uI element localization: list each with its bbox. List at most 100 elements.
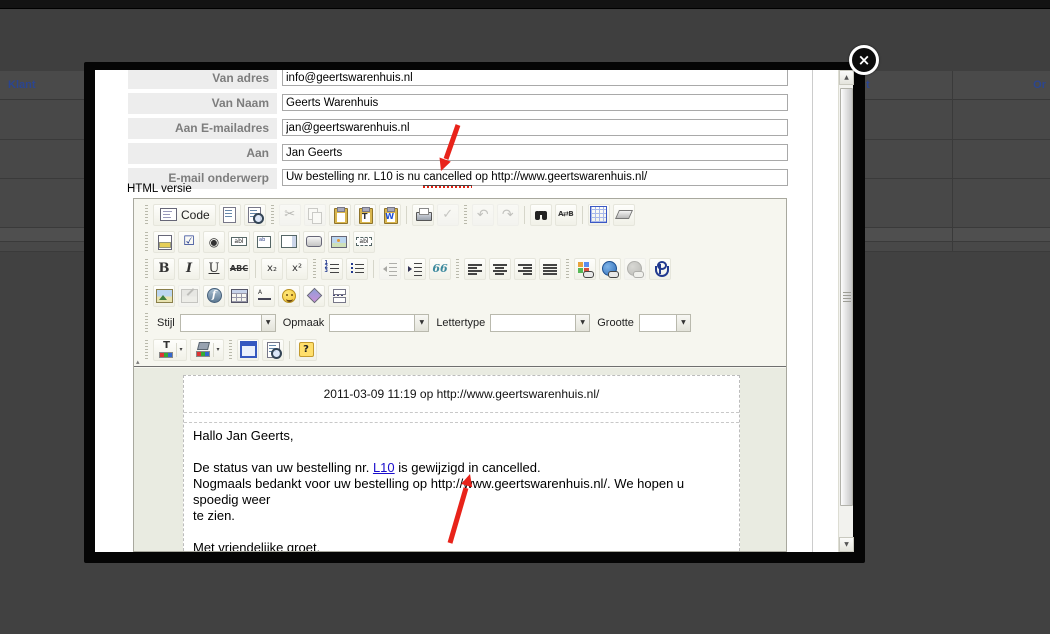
- subject-text: op http://www.geertswarenhuis.nl/: [472, 171, 648, 183]
- toolbar-indent-button[interactable]: [404, 257, 426, 280]
- format-dropdown[interactable]: ▼: [329, 313, 430, 332]
- toolbar-flash-button[interactable]: f: [203, 284, 225, 307]
- scrollbar-thumb[interactable]: [840, 88, 853, 506]
- toolbar-anchor-button[interactable]: [649, 257, 671, 280]
- flash-icon: f: [206, 288, 222, 303]
- unlink-icon: [626, 260, 644, 278]
- chevron-down-icon[interactable]: ▼: [260, 314, 275, 331]
- blockquote-icon: 66: [432, 262, 448, 275]
- toolbar-italic-button[interactable]: I: [178, 257, 200, 280]
- form-input-aan-e-mailadres[interactable]: [282, 119, 788, 136]
- toolbar-image-button-button[interactable]: [328, 230, 350, 253]
- toolbar-superscript-button[interactable]: x²: [286, 257, 308, 280]
- toolbar-horizontal-rule-button[interactable]: A: [253, 284, 275, 307]
- toolbar-unordered-list-button[interactable]: [346, 257, 368, 280]
- toolbar-maximize-button[interactable]: [237, 338, 259, 361]
- toolbar-radio-button-button[interactable]: ◉: [203, 230, 225, 253]
- toolbar-bold-button[interactable]: B: [153, 257, 175, 280]
- email-body-line: [193, 444, 730, 460]
- special-character-icon: [305, 287, 323, 305]
- toolbar-find-button[interactable]: [529, 203, 552, 226]
- toolbar-paste-text-button[interactable]: T: [353, 203, 376, 226]
- toolbar-underline-button[interactable]: U: [203, 257, 225, 280]
- size-dropdown[interactable]: ▼: [638, 313, 691, 332]
- modal-scrollbar[interactable]: ▲ ▼: [838, 70, 854, 552]
- toolbar-ordered-list-button[interactable]: [321, 257, 343, 280]
- background-column-or[interactable]: Or: [1033, 71, 1046, 100]
- insert-link-icon: [601, 260, 619, 278]
- toolbar-strikethrough-button[interactable]: ABC: [228, 257, 250, 280]
- background-column-klant[interactable]: Klant: [8, 71, 36, 100]
- background-column-truncated[interactable]: t: [866, 71, 870, 100]
- toolbar-align-right-button[interactable]: [514, 257, 536, 280]
- form-row: Aan: [95, 142, 838, 165]
- combo-label-format: Opmaak: [282, 316, 325, 329]
- form-input-aan[interactable]: [282, 144, 788, 161]
- toolbar-image-button[interactable]: [153, 284, 175, 307]
- toolbar-text-field-button[interactable]: abl: [228, 230, 250, 253]
- toolbar-grip: [145, 285, 148, 306]
- email-text: De status van uw bestelling nr.: [193, 460, 373, 475]
- new-page-icon: [221, 206, 239, 224]
- combo-label-style: Stijl: [157, 316, 175, 329]
- toolbar-background-color-button[interactable]: ▾: [190, 338, 224, 361]
- toolbar-insert-link-button[interactable]: [599, 257, 621, 280]
- toolbar-page-break-button[interactable]: [328, 284, 350, 307]
- toolbar-paste-button[interactable]: [328, 203, 351, 226]
- toolbar-hidden-field-button[interactable]: abl: [353, 230, 375, 253]
- form-input-e-mail-onderwerp[interactable]: Uw bestelling nr. L10 is nu cancelled op…: [282, 169, 788, 188]
- toolbar-text-color-button[interactable]: T ▾: [153, 338, 187, 361]
- toolbar-textarea-button[interactable]: ab: [253, 230, 275, 253]
- scrollbar-up-icon[interactable]: ▲: [839, 70, 854, 85]
- subject-misspelled-word: cancelled: [423, 170, 473, 188]
- toolbar-source-code-button[interactable]: Code: [153, 203, 216, 226]
- chevron-down-icon[interactable]: ▼: [414, 314, 429, 331]
- toolbar-new-page-button[interactable]: [218, 203, 241, 226]
- toolbar-preview-document-button[interactable]: [262, 338, 284, 361]
- chevron-down-icon[interactable]: ▼: [675, 314, 690, 331]
- scrollbar-down-icon[interactable]: ▼: [839, 537, 854, 552]
- toolbar-form-button[interactable]: [153, 230, 175, 253]
- image-button-icon: [330, 233, 348, 251]
- chevron-down-icon[interactable]: ▾: [176, 342, 183, 357]
- order-number-link[interactable]: L10: [373, 460, 395, 475]
- toolbar-blockquote-button[interactable]: 66: [429, 257, 451, 280]
- paste-icon: [331, 206, 349, 224]
- toolbar-button-button[interactable]: [303, 230, 325, 253]
- toolbar-paste-word-button[interactable]: W: [378, 203, 401, 226]
- toolbar-subscript-button[interactable]: x₂: [261, 257, 283, 280]
- toolbar-select-field-button[interactable]: [278, 230, 300, 253]
- edit-image-icon: [180, 287, 198, 305]
- toolbar-replace-button[interactable]: A⇄B: [554, 203, 577, 226]
- chevron-down-icon[interactable]: ▾: [213, 342, 220, 357]
- toolbar-align-justify-button[interactable]: [539, 257, 561, 280]
- superscript-icon: x²: [292, 262, 302, 274]
- form-input-van-adres[interactable]: [282, 70, 788, 86]
- toolbar-table-button[interactable]: [228, 284, 250, 307]
- toolbar-grip: [313, 258, 316, 279]
- toolbar-remove-format-button[interactable]: [612, 203, 635, 226]
- format-dropdown-value: [330, 315, 414, 331]
- style-dropdown[interactable]: ▼: [179, 313, 276, 332]
- form-label-aan-e-mailadres: Aan E-mailadres: [128, 118, 277, 139]
- toolbar-select-all-button[interactable]: [587, 203, 610, 226]
- form-input-van-naam[interactable]: [282, 94, 788, 111]
- subscript-icon: x₂: [267, 262, 277, 274]
- style-dropdown-value: [181, 315, 261, 331]
- toolbar-grip: [463, 204, 467, 225]
- toolbar-collapse-icon[interactable]: ▴: [136, 358, 140, 366]
- toolbar-help-button[interactable]: ?: [295, 338, 317, 361]
- toolbar-joomla-link-button[interactable]: [574, 257, 596, 280]
- editor-content-area[interactable]: 2011-03-09 11:19 op http://www.geertswar…: [134, 368, 786, 551]
- toolbar-align-left-button[interactable]: [464, 257, 486, 280]
- toolbar-preview-button[interactable]: [243, 203, 266, 226]
- toolbar-smiley-button[interactable]: [278, 284, 300, 307]
- close-icon[interactable]: ×: [849, 45, 879, 75]
- toolbar-print-button[interactable]: [411, 203, 434, 226]
- toolbar-checkbox-button[interactable]: ☑: [178, 230, 200, 253]
- font-dropdown[interactable]: ▼: [490, 313, 591, 332]
- chevron-down-icon[interactable]: ▼: [575, 314, 590, 331]
- button-icon: [305, 233, 323, 251]
- toolbar-align-center-button[interactable]: [489, 257, 511, 280]
- toolbar-special-character-button[interactable]: [303, 284, 325, 307]
